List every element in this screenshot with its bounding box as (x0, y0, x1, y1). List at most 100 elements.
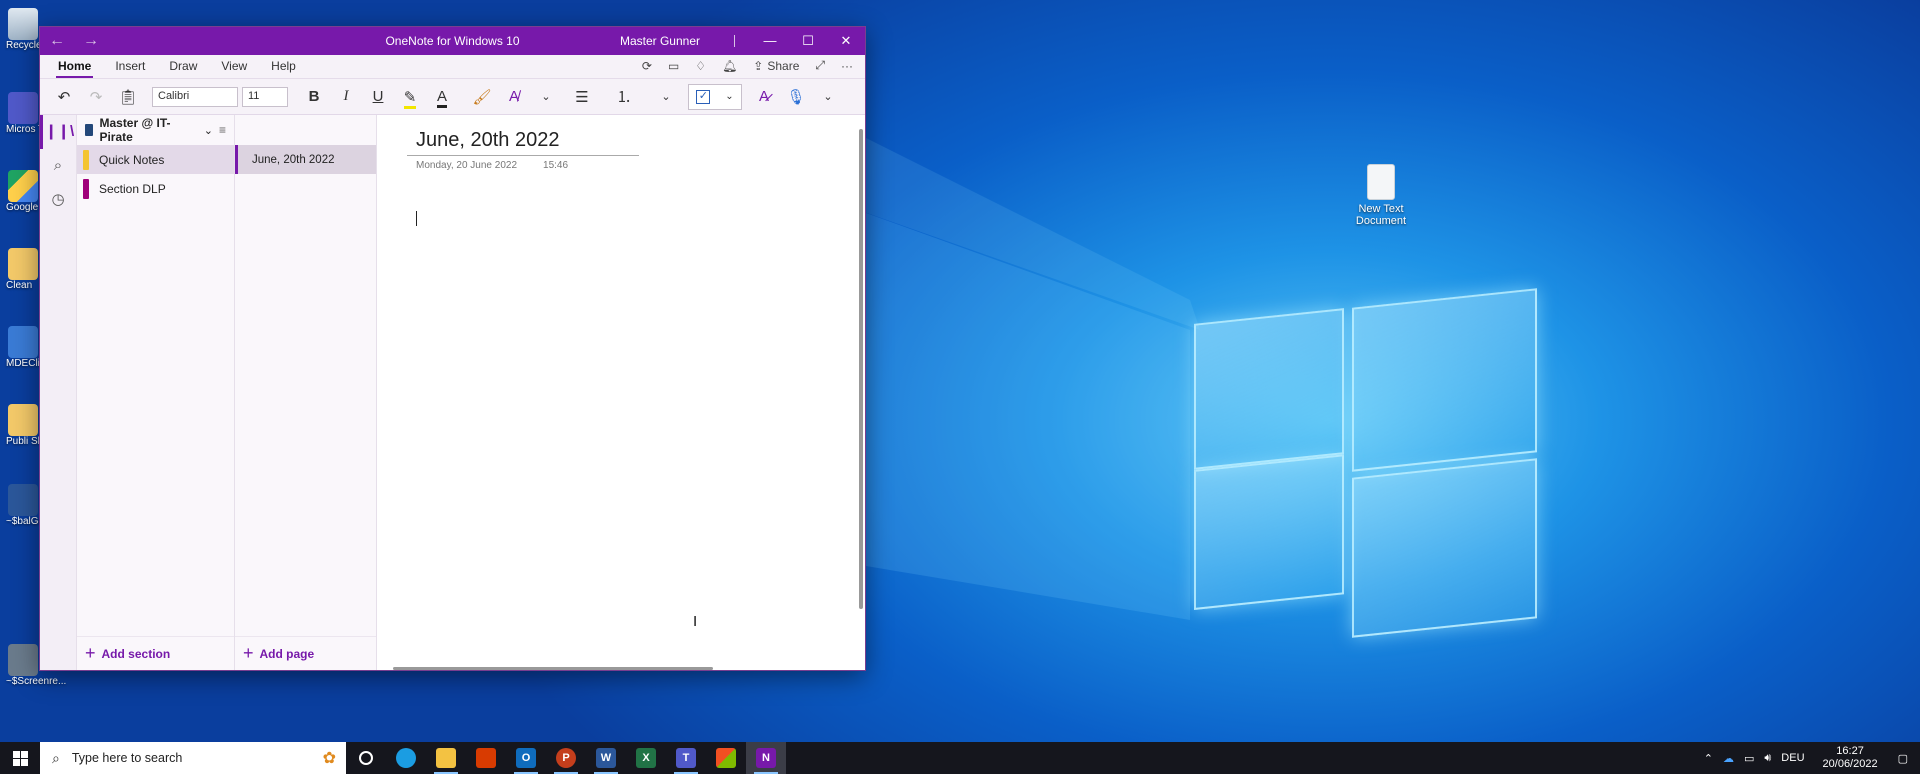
back-button[interactable]: ← (40, 32, 74, 50)
font-name-input[interactable]: Calibri (152, 86, 238, 107)
maximize-button[interactable]: ☐ (789, 27, 827, 55)
chevron-down-icon: ⌄ (725, 91, 734, 102)
onenote-icon: N (756, 748, 776, 768)
taskbar-store[interactable] (706, 742, 746, 774)
tab-home[interactable]: Home (46, 59, 103, 78)
tab-help[interactable]: Help (259, 59, 308, 78)
numbered-list-icon[interactable]: ⒈ (608, 86, 640, 107)
redo-icon[interactable]: ↷ (80, 88, 112, 106)
folder-icon (8, 248, 38, 280)
desktop-icon-new-text-document[interactable]: New Text Document (1346, 164, 1416, 227)
font-size-input[interactable]: 11 (242, 86, 288, 107)
desktop-icon-clean[interactable]: Clean (0, 248, 40, 291)
search-icon[interactable]: ⌕ (40, 149, 76, 183)
mde-client-icon (8, 326, 38, 358)
volume-icon[interactable]: 🔊︎ (1764, 752, 1771, 765)
add-section-button[interactable]: + Add section (77, 636, 234, 670)
desktop-icon-teams[interactable]: Micros Team (0, 92, 63, 135)
share-button[interactable]: ⇪ Share (753, 59, 799, 73)
taskbar-office[interactable] (466, 742, 506, 774)
chevron-down-icon[interactable]: ⌄ (812, 90, 844, 103)
todo-tag-button[interactable]: ✓ ⌄ (688, 83, 742, 110)
taskbar-powerpoint[interactable]: P (546, 742, 586, 774)
chevron-down-icon[interactable]: ⌄ (650, 90, 682, 103)
italic-button[interactable]: I (330, 88, 362, 105)
horizontal-scrollbar[interactable] (393, 667, 713, 670)
title-underline (407, 155, 639, 156)
bullet-list-icon[interactable]: ☰ (566, 88, 598, 106)
recent-notes-icon[interactable]: ◷ (40, 183, 76, 217)
chevron-up-icon[interactable]: ⌃ (1704, 752, 1713, 765)
add-page-button[interactable]: + Add page (235, 636, 376, 670)
vertical-scrollbar[interactable] (859, 129, 863, 609)
taskbar-search-box[interactable]: ⌕ Type here to search ✿ (40, 742, 346, 774)
title-bar: ← → OneNote for Windows 10 Master Gunner… (40, 27, 865, 55)
desktop-icon-mdeclient[interactable]: MDEClie (0, 326, 45, 369)
powerpoint-file-icon (8, 644, 38, 676)
page-time: 15:46 (543, 160, 569, 171)
underline-button[interactable]: U (362, 88, 394, 105)
highlighter-icon[interactable]: ✎ (394, 88, 426, 109)
page-title[interactable]: June, 20th 2022 (416, 129, 559, 152)
page-date: Monday, 20 June 2022 (416, 160, 518, 171)
mouse-cursor-ibeam-icon: I (693, 613, 698, 630)
section-quick-notes[interactable]: Quick Notes (77, 145, 234, 174)
search-icon: ⌕ (52, 749, 60, 766)
page-list: June, 20th 2022 + Add page (235, 115, 377, 670)
taskbar-word[interactable]: W (586, 742, 626, 774)
word-file-icon (8, 484, 38, 516)
file-explorer-icon (436, 748, 456, 768)
spelling-icon[interactable]: A̷ (748, 88, 780, 105)
lightbulb-icon[interactable]: ♢ (695, 59, 706, 73)
window-title: OneNote for Windows 10 (385, 34, 520, 48)
taskbar-onenote[interactable]: N (746, 742, 786, 774)
tab-insert[interactable]: Insert (103, 59, 157, 78)
teams-icon (8, 92, 38, 124)
checkbox-icon: ✓ (696, 89, 711, 104)
taskbar-edge[interactable] (386, 742, 426, 774)
desktop-icon-recycle-bin[interactable]: Recycle (0, 8, 42, 51)
sort-icon[interactable]: ≡ (219, 123, 226, 137)
language-indicator[interactable]: DEU (1781, 752, 1804, 764)
desktop-icon-word-file[interactable]: ~$balGe File (0, 484, 63, 527)
text-caret (416, 211, 417, 226)
notifications-icon[interactable]: ▢ (1898, 752, 1908, 765)
more-options-icon[interactable]: ··· (841, 59, 853, 73)
desktop-icon-powerpoint-file[interactable]: ~$Screenre... (0, 644, 66, 687)
taskbar-excel[interactable]: X (626, 742, 666, 774)
forward-button[interactable]: → (74, 32, 108, 50)
notebook-picker[interactable]: Master @ IT-Pirate ⌄ ≡ (77, 115, 234, 145)
chevron-down-icon[interactable]: ⌄ (530, 90, 562, 103)
clipboard-icon[interactable]: 📋︎ (112, 88, 144, 106)
desktop-icon-public-shortcut[interactable]: Publi Short (0, 404, 55, 447)
ribbon-tabs: Home Insert Draw View Help ⟳ ▭ ♢ 🔔︎ ⇪ Sh… (40, 55, 865, 79)
font-color-button[interactable]: A (426, 88, 458, 108)
clock[interactable]: 16:27 20/06/2022 (1823, 745, 1878, 771)
clear-formatting-icon[interactable]: A̸ (498, 88, 530, 105)
page-item[interactable]: June, 20th 2022 (235, 145, 376, 174)
user-name[interactable]: Master Gunner (620, 34, 700, 48)
close-button[interactable]: ✕ (827, 27, 865, 55)
dictate-microphone-icon[interactable]: 🎙︎ (780, 88, 812, 106)
sticky-notes-icon[interactable]: ▭ (668, 59, 679, 73)
notebooks-icon[interactable]: ❙❙\ (40, 115, 76, 149)
bold-button[interactable]: B (298, 88, 330, 105)
minimize-button[interactable]: — (751, 27, 789, 55)
undo-icon[interactable]: ↶ (48, 88, 80, 106)
tab-view[interactable]: View (209, 59, 259, 78)
desktop-icon-google-drive[interactable]: Google (0, 170, 40, 213)
format-painter-icon[interactable]: 🖌︎ (466, 88, 498, 106)
taskbar-teams[interactable]: T (666, 742, 706, 774)
start-button[interactable] (0, 742, 40, 774)
taskbar-file-explorer[interactable] (426, 742, 466, 774)
task-view-button[interactable] (346, 742, 386, 774)
notifications-icon[interactable]: 🔔︎ (722, 59, 737, 73)
full-screen-icon[interactable]: ⤢ (815, 58, 825, 73)
tab-draw[interactable]: Draw (157, 59, 209, 78)
section-dlp[interactable]: Section DLP (77, 174, 234, 203)
taskbar-outlook[interactable]: O (506, 742, 546, 774)
note-canvas[interactable]: June, 20th 2022 Monday, 20 June 2022 15:… (377, 115, 865, 670)
sync-icon[interactable]: ⟳ (642, 59, 652, 73)
onedrive-cloud-icon[interactable]: ☁ (1723, 752, 1734, 765)
network-icon[interactable]: ▭ (1744, 752, 1754, 765)
